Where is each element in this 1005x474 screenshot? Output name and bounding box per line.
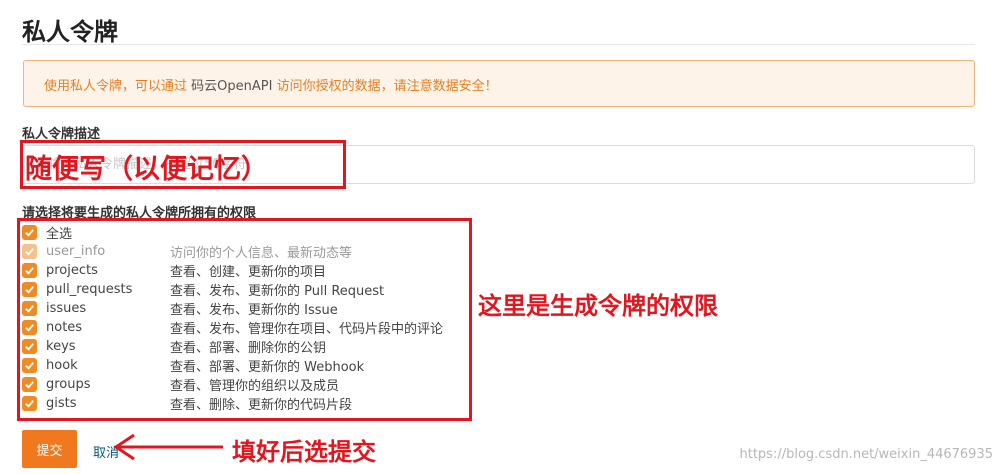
security-notice: 使用私人令牌，可以通过 码云OpenAPI 访问你授权的数据，请注意数据安全！ (23, 60, 975, 107)
page-title: 私人令牌 (22, 18, 118, 46)
arrow-left-icon (113, 433, 223, 461)
title-divider (22, 44, 975, 45)
description-annotation-text: 随便写（以便记忆） (25, 154, 268, 185)
notice-suffix: 访问你授权的数据，请注意数据安全！ (272, 79, 498, 94)
watermark: https://blog.csdn.net/weixin_44676935 (739, 447, 993, 462)
permissions-annotation-text: 这里是生成令牌的权限 (478, 291, 718, 320)
submit-button[interactable]: 提交 (22, 430, 77, 468)
openapi-link[interactable]: 码云OpenAPI (191, 79, 272, 94)
notice-prefix: 使用私人令牌，可以通过 (44, 79, 192, 94)
submit-annotation-text: 填好后选提交 (232, 437, 376, 466)
permissions-annotation-box (17, 218, 472, 421)
